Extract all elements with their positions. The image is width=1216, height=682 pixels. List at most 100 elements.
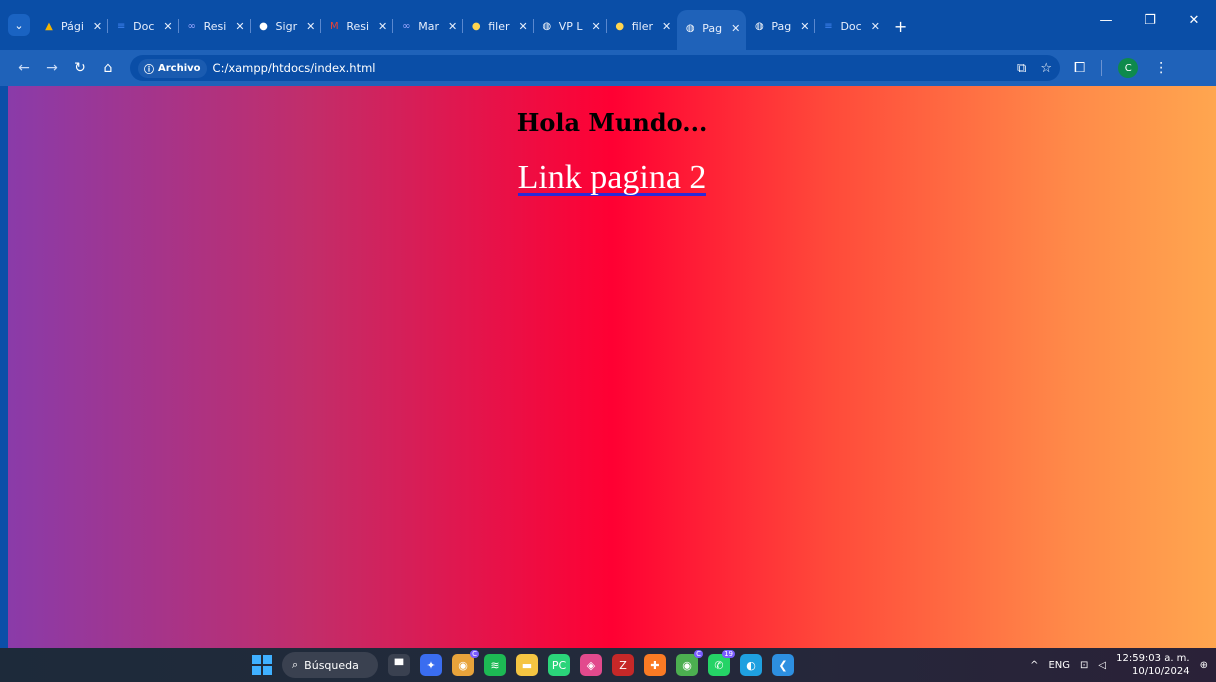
close-tab-icon[interactable]: ✕ (519, 20, 528, 33)
codepen-icon[interactable]: ◈ (580, 654, 602, 676)
windows-taskbar: ⌕ Búsqueda ▀ ✦ ◉ C ≋ ▬ PC ◈ Z ✚ ◉ C ✆ 19 ◐ ❮ ^ ENG ⊡ ◁ … (0, 648, 1216, 682)
tab-label: Mar (418, 19, 440, 33)
tab-2[interactable]: ∞ Resi ✕ (177, 8, 251, 44)
docs-icon: ≡ (116, 20, 126, 32)
edge-icon[interactable]: ◐ (740, 654, 762, 676)
docs-icon: ≡ (824, 20, 833, 32)
site-info-label: Archivo (158, 62, 201, 74)
site-info-chip[interactable]: ⓘ Archivo (138, 58, 207, 78)
restore-icon[interactable]: ❐ (1128, 0, 1172, 40)
vscode-icon[interactable]: ❮ (772, 654, 794, 676)
tab-label: Resi (203, 19, 227, 33)
tab-label: Sigr (275, 19, 298, 33)
clock-time: 12:59:03 a. m. (1116, 653, 1190, 664)
gmail-icon: M (329, 20, 339, 32)
tab-label: filer (631, 19, 654, 33)
chrome-icon[interactable]: ◉ C (452, 650, 479, 676)
new-tab-button[interactable]: + (894, 17, 907, 36)
arrow-left-icon: ← (18, 60, 30, 76)
tab-label: Doc (840, 19, 862, 33)
home-button[interactable]: ⌂ (94, 54, 122, 82)
tab-7[interactable]: ◍ VP L ✕ (532, 8, 607, 44)
tab-6[interactable]: ● filer ✕ (462, 8, 534, 44)
clock-date: 10/10/2024 (1131, 666, 1190, 677)
copilot-icon[interactable]: ✦ (420, 654, 442, 676)
tab-4[interactable]: M Resi ✕ (320, 8, 393, 44)
tab-8[interactable]: ● filer ✕ (605, 8, 678, 44)
tab-label: Pági (61, 19, 84, 33)
tab-list: ▲ Pági ✕ ≡ Doc ✕ ∞ Resi ✕ ● Sigr ✕ M Resi ✕ ∞ Mar ✕ ● filer… (36, 8, 886, 50)
filezilla-icon[interactable]: Z (612, 654, 634, 676)
taskbar-search-box[interactable]: ⌕ Búsqueda (282, 652, 378, 678)
close-tab-icon[interactable]: ✕ (871, 20, 880, 33)
tab-label: Doc (133, 19, 155, 33)
file-explorer-icon[interactable]: ▬ (516, 654, 538, 676)
close-tab-icon[interactable]: ✕ (448, 20, 457, 33)
windows-start-icon[interactable] (252, 655, 272, 675)
infinity-icon: ∞ (187, 20, 196, 32)
menu-kebab-icon[interactable]: ⋮ (1154, 60, 1168, 76)
arrow-right-icon: → (46, 60, 58, 76)
chevron-up-icon[interactable]: ^ (1030, 660, 1038, 671)
globe-icon: ◍ (685, 22, 695, 34)
whatsapp-icon[interactable]: ✆ 19 (708, 650, 735, 676)
close-tab-icon[interactable]: ✕ (800, 20, 809, 33)
page-viewport: Hola Mundo... Link pagina 2 (8, 86, 1216, 648)
close-tab-icon[interactable]: ✕ (731, 22, 740, 35)
tab-10[interactable]: ◍ Pag ✕ (746, 8, 815, 44)
spotify-icon[interactable]: ≋ (484, 654, 506, 676)
address-bar[interactable]: ⓘ Archivo C:/xampp/htdocs/index.html ⧉ ☆ (130, 55, 1060, 81)
extensions-icon[interactable]: ⧠ (1074, 60, 1085, 76)
url-text[interactable]: C:/xampp/htdocs/index.html (213, 61, 376, 75)
close-window-icon[interactable]: ✕ (1172, 0, 1216, 40)
drive-icon: ▲ (45, 20, 53, 32)
language-indicator[interactable]: ENG (1048, 660, 1070, 671)
taskbar-search-label: Búsqueda (304, 658, 359, 672)
tab-11[interactable]: ≡ Doc ✕ (814, 8, 885, 44)
tab-5[interactable]: ∞ Mar ✕ (392, 8, 463, 44)
globe-icon: ◍ (542, 20, 552, 32)
chevron-down-icon: ⌄ (14, 18, 24, 32)
back-button[interactable]: ← (10, 54, 38, 82)
pycharm-icon[interactable]: PC (548, 654, 570, 676)
tab-1[interactable]: ≡ Doc ✕ (107, 8, 178, 44)
bookmark-star-icon[interactable]: ☆ (1040, 61, 1052, 76)
close-tab-icon[interactable]: ✕ (235, 20, 244, 33)
window-controls: — ❐ ✕ (1084, 0, 1216, 40)
app-badge: C (694, 650, 703, 658)
close-tab-icon[interactable]: ✕ (662, 20, 671, 33)
app-badge: C (470, 650, 479, 658)
tab-label: Pag (702, 21, 723, 35)
xampp-icon[interactable]: ✚ (644, 654, 666, 676)
task-view-icon[interactable]: ▀ (388, 654, 410, 676)
system-tray: ^ ENG ⊡ ◁ 12:59:03 a. m. 10/10/2024 ⊕ (1030, 648, 1208, 682)
profile-avatar[interactable]: C (1118, 58, 1139, 78)
filezilla-icon: ● (615, 20, 625, 32)
tab-3[interactable]: ● Sigr ✕ (249, 8, 322, 44)
tab-label: filer (488, 19, 510, 33)
tab-search-button[interactable]: ⌄ (8, 14, 30, 36)
search-icon: ⌕ (292, 658, 299, 671)
close-tab-icon[interactable]: ✕ (592, 20, 601, 33)
forward-button[interactable]: → (38, 54, 66, 82)
tab-label: Resi (346, 19, 370, 33)
tab-0[interactable]: ▲ Pági ✕ (36, 8, 108, 44)
reload-icon: ↻ (74, 60, 86, 76)
clock[interactable]: 12:59:03 a. m. 10/10/2024 (1116, 652, 1190, 678)
close-tab-icon[interactable]: ✕ (378, 20, 387, 33)
tab-9[interactable]: ◍ Pag ✕ (677, 10, 747, 50)
close-tab-icon[interactable]: ✕ (306, 20, 315, 33)
taskbar-apps: ▀ ✦ ◉ C ≋ ▬ PC ◈ Z ✚ ◉ C ✆ 19 ◐ ❮ (388, 650, 794, 676)
reload-button[interactable]: ↻ (66, 54, 94, 82)
close-tab-icon[interactable]: ✕ (93, 20, 102, 33)
app-badge: 19 (722, 650, 735, 658)
link-pagina-2[interactable]: Link pagina 2 (517, 161, 707, 196)
tab-label: VP L (558, 19, 583, 33)
minimize-icon[interactable]: — (1084, 0, 1128, 40)
notification-icon[interactable]: ⊕ (1200, 660, 1208, 671)
network-icon[interactable]: ⊡ (1080, 660, 1088, 671)
translate-icon[interactable]: ⧉ (1017, 61, 1026, 76)
chrome-profile-icon[interactable]: ◉ C (676, 650, 703, 676)
volume-icon[interactable]: ◁ (1098, 660, 1106, 671)
close-tab-icon[interactable]: ✕ (163, 20, 172, 33)
